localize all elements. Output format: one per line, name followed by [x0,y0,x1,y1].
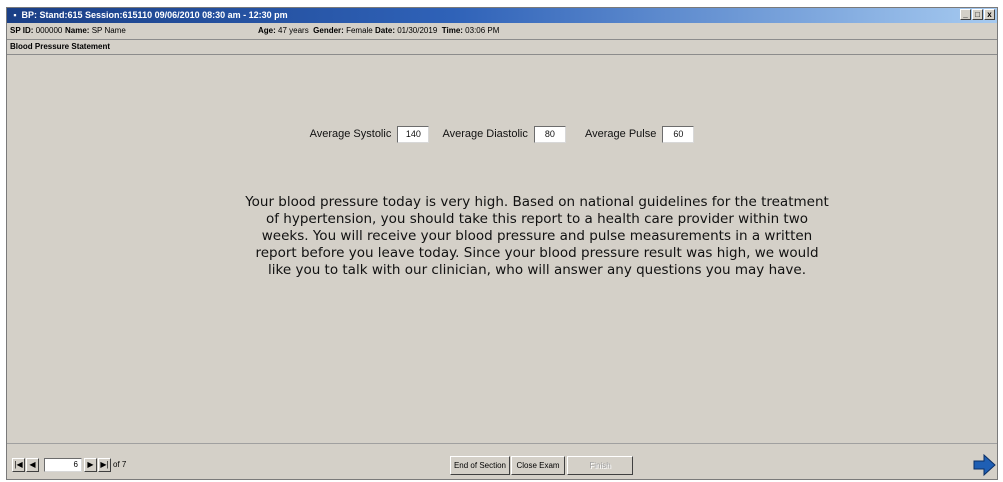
last-record-button[interactable]: ▶| [98,458,111,472]
age-value: 47 years [278,26,309,35]
window-controls: _ □ x [960,9,995,21]
arrow-right-icon[interactable] [971,452,997,478]
statement-line: of hypertension, you should take this re… [265,211,809,227]
sp-id-label: SP ID: [10,26,34,35]
diastolic-field[interactable]: 80 [533,125,566,143]
prev-record-button[interactable]: ◀ [26,458,39,472]
next-record-icon: ▶ [87,460,94,469]
section-title: Blood Pressure Statement [7,40,997,55]
date-label: Date: [374,26,395,35]
first-record-button[interactable]: |◀ [12,458,25,472]
bp-measures: Average Systolic 140 Average Diastolic 8… [7,125,997,143]
name-label: Name: [65,26,90,35]
title-bar[interactable]: ▪ BP: Stand:615 Session:615110 09/06/201… [7,8,997,23]
sp-id: SP ID: 000000 [10,23,62,39]
end-of-section-button[interactable]: End of Section [450,456,510,475]
prev-record-icon: ◀ [29,460,36,469]
sp-id-value: 000000 [35,26,63,35]
close-button[interactable]: x [984,9,995,20]
maximize-button[interactable]: □ [972,9,983,20]
pulse-field[interactable]: 60 [662,125,695,143]
minimize-button[interactable]: _ [960,9,971,20]
diastolic-label: Average Diastolic [442,128,528,140]
time-value: 03:06 PM [465,26,500,35]
record-count: of 7 [113,460,127,469]
app-window: ▪ BP: Stand:615 Session:615110 09/06/201… [6,7,998,480]
statement-line: like you to talk with our clinician, who… [268,262,806,278]
record-number-field[interactable]: 6 [44,458,82,472]
finish-button[interactable]: Finish [567,456,633,475]
time-label: Time: [441,26,463,35]
systolic-field[interactable]: 140 [397,125,430,143]
systolic-label: Average Systolic [309,128,392,140]
next-record-button[interactable]: ▶ [84,458,97,472]
last-record-icon: ▶| [100,460,109,469]
record-navigation-bar: |◀ ◀ 6 ▶ ▶| of 7 End of Section Close Ex… [7,443,997,479]
bp-statement: Your blood pressure today is very high. … [192,194,882,279]
gender-value: Female [346,26,373,35]
demographics: Age: 47 years Gender: Female Date: 01/30… [258,23,499,39]
statement-line: weeks. You will receive your blood press… [261,228,813,244]
sp-name: Name: SP Name [65,23,126,39]
first-record-icon: |◀ [14,460,23,469]
pulse-label: Average Pulse [584,128,657,140]
gender-label: Gender: [313,26,344,35]
name-value: SP Name [91,26,126,35]
age-label: Age: [258,26,276,35]
participant-info-bar: SP ID: 000000 Name: SP Name Age: 47 year… [7,23,997,40]
statement-line: report before you leave today. Since you… [255,245,819,261]
app-icon: ▪ [13,10,17,20]
statement-line: Your blood pressure today is very high. … [245,194,829,210]
date-value: 01/30/2019 [397,26,438,35]
close-exam-button[interactable]: Close Exam [511,456,565,475]
window-title: BP: Stand:615 Session:615110 09/06/2010 … [21,10,288,20]
main-content: Average Systolic 140 Average Diastolic 8… [7,55,997,445]
